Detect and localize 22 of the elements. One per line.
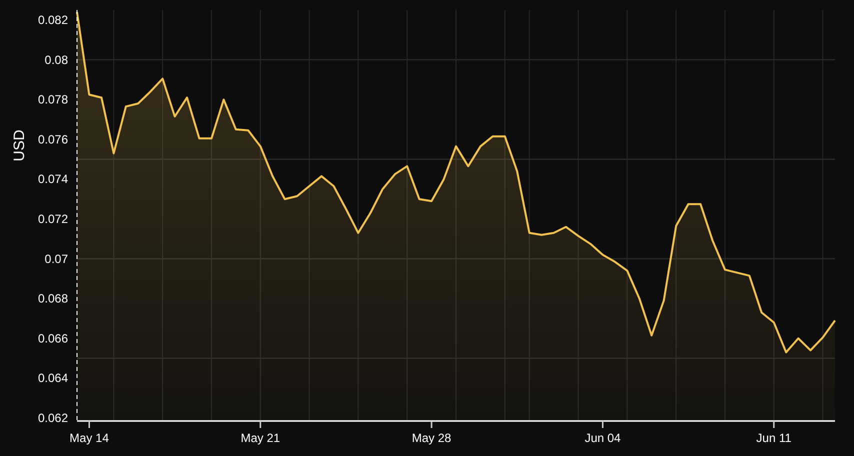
- x-tick-label: May 21: [240, 431, 280, 445]
- x-tick-label: May 28: [412, 431, 452, 445]
- x-tick-mark: [773, 421, 775, 428]
- y-tick-label: 0.078: [38, 92, 68, 107]
- y-tick-label: 0.062: [38, 411, 68, 426]
- x-tick-mark: [602, 421, 604, 428]
- y-tick-label: 0.068: [38, 292, 68, 306]
- y-tick-label: 0.066: [38, 331, 68, 346]
- x-tick-mark: [430, 421, 432, 428]
- y-tick-label: 0.07: [44, 252, 68, 266]
- y-tick-label: 0.072: [38, 212, 68, 226]
- y-tick-label: 0.082: [38, 12, 68, 27]
- x-tick-label: Jun 04: [584, 431, 621, 445]
- y-tick-label: 0.076: [38, 132, 68, 146]
- x-tick-label: May 14: [70, 431, 109, 445]
- y-tick-label: 0.08: [44, 52, 68, 67]
- y-tick-label: 0.064: [38, 371, 68, 386]
- x-tick-mark: [88, 421, 90, 428]
- x-tick-mark: [260, 421, 262, 428]
- y-axis-title: USD: [11, 130, 28, 162]
- x-tick-label: Jun 11: [756, 431, 792, 445]
- y-tick-label: 0.074: [38, 172, 68, 186]
